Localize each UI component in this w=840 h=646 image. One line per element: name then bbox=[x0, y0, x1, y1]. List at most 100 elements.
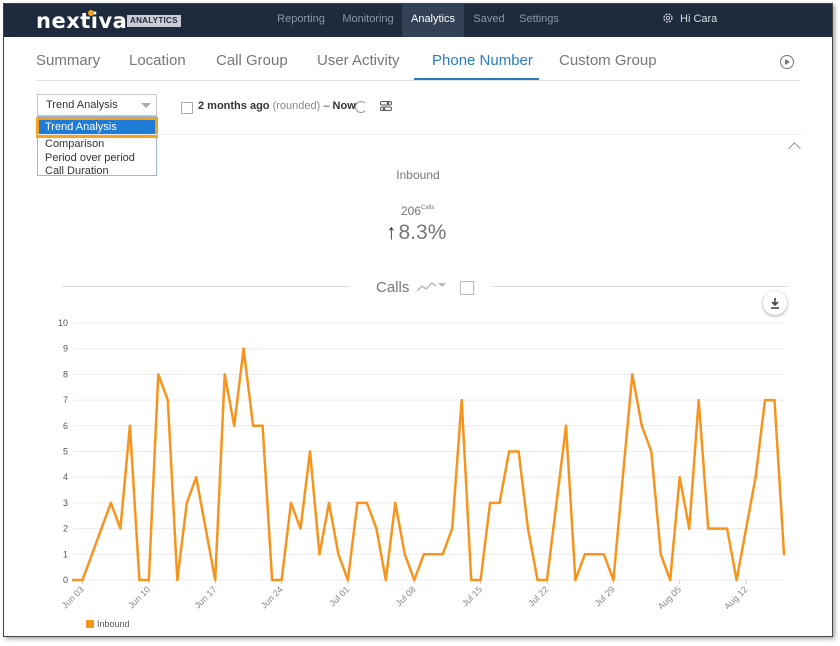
data-point bbox=[669, 578, 672, 582]
x-tick-label: Jul 29 bbox=[593, 584, 617, 608]
data-point bbox=[735, 578, 738, 582]
analytics-badge: ANALYTICS bbox=[127, 15, 181, 27]
change-percent: ↑8.3% bbox=[386, 221, 446, 245]
x-tick-label: Jun 10 bbox=[126, 584, 152, 609]
data-point bbox=[536, 578, 539, 582]
menu-item-comparison[interactable]: Comparison bbox=[45, 138, 104, 151]
top-nav: nextiva ANALYTICS Reporting Monitoring A… bbox=[4, 4, 832, 37]
calls-line-chart: 0 1 2 3 4 5 6 7 8 9 10 Jun 03 Jun 10 Jun 17 Jun 24 Jul … bbox=[58, 318, 786, 609]
data-point bbox=[251, 424, 255, 427]
data-point bbox=[640, 424, 643, 427]
filter-toggle-icon[interactable] bbox=[380, 101, 392, 111]
range-to: Now bbox=[332, 100, 356, 112]
data-point bbox=[280, 578, 283, 582]
data-point bbox=[375, 527, 378, 530]
chart-header-rule-right bbox=[492, 286, 788, 287]
y-tick-label: 5 bbox=[63, 447, 68, 457]
tab-custom-group[interactable]: Custom Group bbox=[559, 52, 657, 69]
nav-monitoring[interactable]: Monitoring bbox=[339, 4, 397, 37]
data-point bbox=[157, 373, 160, 376]
change-value: 8.3% bbox=[398, 221, 447, 244]
nav-analytics[interactable]: Analytics bbox=[402, 4, 464, 37]
data-point bbox=[678, 476, 681, 479]
chart-legend[interactable]: Inbound bbox=[86, 619, 130, 629]
data-point bbox=[299, 527, 302, 530]
legend-swatch bbox=[86, 620, 94, 628]
nav-settings[interactable]: Settings bbox=[516, 4, 562, 37]
tab-location[interactable]: Location bbox=[129, 52, 186, 69]
y-tick-label: 8 bbox=[63, 369, 68, 379]
x-tick-label: Aug 05 bbox=[656, 584, 683, 609]
calls-count-value: 206 bbox=[401, 204, 422, 218]
data-point bbox=[773, 398, 776, 402]
menu-item-trend-analysis[interactable]: Trend Analysis bbox=[36, 117, 158, 138]
y-tick-label: 3 bbox=[63, 498, 68, 508]
tab-phone-number[interactable]: Phone Number bbox=[432, 52, 533, 69]
range-from: 2 months ago bbox=[198, 100, 270, 112]
chart-header-rule-left bbox=[62, 286, 350, 287]
data-point bbox=[195, 476, 198, 479]
x-tick-label: Jul 15 bbox=[460, 584, 484, 608]
data-point bbox=[166, 398, 169, 402]
data-point bbox=[413, 578, 416, 582]
data-point bbox=[394, 501, 397, 505]
logo-dot bbox=[88, 10, 94, 16]
tab-user-activity[interactable]: User Activity bbox=[317, 52, 400, 69]
refresh-icon[interactable] bbox=[355, 101, 367, 113]
x-tick-label: Jul 22 bbox=[526, 584, 550, 608]
data-point bbox=[782, 553, 786, 556]
chevron-up-icon[interactable] bbox=[788, 142, 801, 155]
range-separator: – bbox=[323, 100, 330, 112]
data-point bbox=[318, 553, 321, 556]
data-point bbox=[270, 578, 274, 582]
gear-icon bbox=[663, 13, 673, 23]
summary-title: Inbound bbox=[396, 168, 440, 182]
chart-title: Calls bbox=[376, 279, 410, 296]
data-point bbox=[109, 501, 113, 505]
data-point bbox=[706, 527, 710, 530]
data-point bbox=[488, 501, 492, 505]
expand-icon[interactable] bbox=[460, 281, 474, 295]
data-point bbox=[479, 578, 482, 582]
play-icon[interactable] bbox=[780, 55, 794, 69]
line-chart-type-icon[interactable] bbox=[416, 280, 446, 294]
data-point bbox=[555, 501, 558, 505]
menu-item-period-over-period[interactable]: Period over period bbox=[45, 152, 135, 165]
data-point bbox=[460, 398, 463, 402]
data-point bbox=[81, 578, 84, 582]
data-point bbox=[451, 527, 454, 530]
data-point bbox=[744, 527, 748, 530]
calendar-icon[interactable] bbox=[181, 102, 193, 114]
data-point bbox=[289, 501, 293, 505]
y-tick-label: 6 bbox=[63, 421, 68, 431]
data-point bbox=[659, 553, 662, 556]
data-point bbox=[574, 578, 577, 582]
tab-summary[interactable]: Summary bbox=[36, 52, 100, 69]
data-point bbox=[147, 578, 151, 582]
y-tick-label: 10 bbox=[58, 318, 68, 328]
x-tick-label: Jun 17 bbox=[192, 584, 218, 609]
data-point bbox=[261, 424, 264, 427]
data-point bbox=[545, 578, 549, 582]
view-select[interactable]: Trend Analysis bbox=[37, 94, 157, 116]
app-window: nextiva ANALYTICS Reporting Monitoring A… bbox=[3, 3, 833, 637]
calls-count: 206Calls bbox=[401, 204, 434, 218]
data-point bbox=[119, 527, 122, 530]
data-point bbox=[432, 553, 435, 556]
data-point bbox=[384, 578, 388, 582]
y-tick-label: 1 bbox=[63, 549, 68, 559]
date-range[interactable]: 2 months ago (rounded) – Now bbox=[198, 100, 356, 112]
nav-reporting[interactable]: Reporting bbox=[276, 4, 326, 37]
tab-call-group[interactable]: Call Group bbox=[216, 52, 288, 69]
data-point bbox=[422, 553, 425, 556]
nav-saved[interactable]: Saved bbox=[472, 4, 506, 37]
menu-item-label: Trend Analysis bbox=[45, 121, 117, 133]
y-tick-label: 9 bbox=[63, 344, 68, 354]
data-point bbox=[337, 553, 340, 556]
data-point bbox=[100, 527, 103, 530]
data-point bbox=[650, 450, 653, 453]
data-point bbox=[242, 347, 245, 350]
data-point bbox=[507, 450, 511, 453]
user-menu[interactable]: Hi Cara bbox=[662, 4, 717, 37]
data-point bbox=[232, 424, 236, 427]
